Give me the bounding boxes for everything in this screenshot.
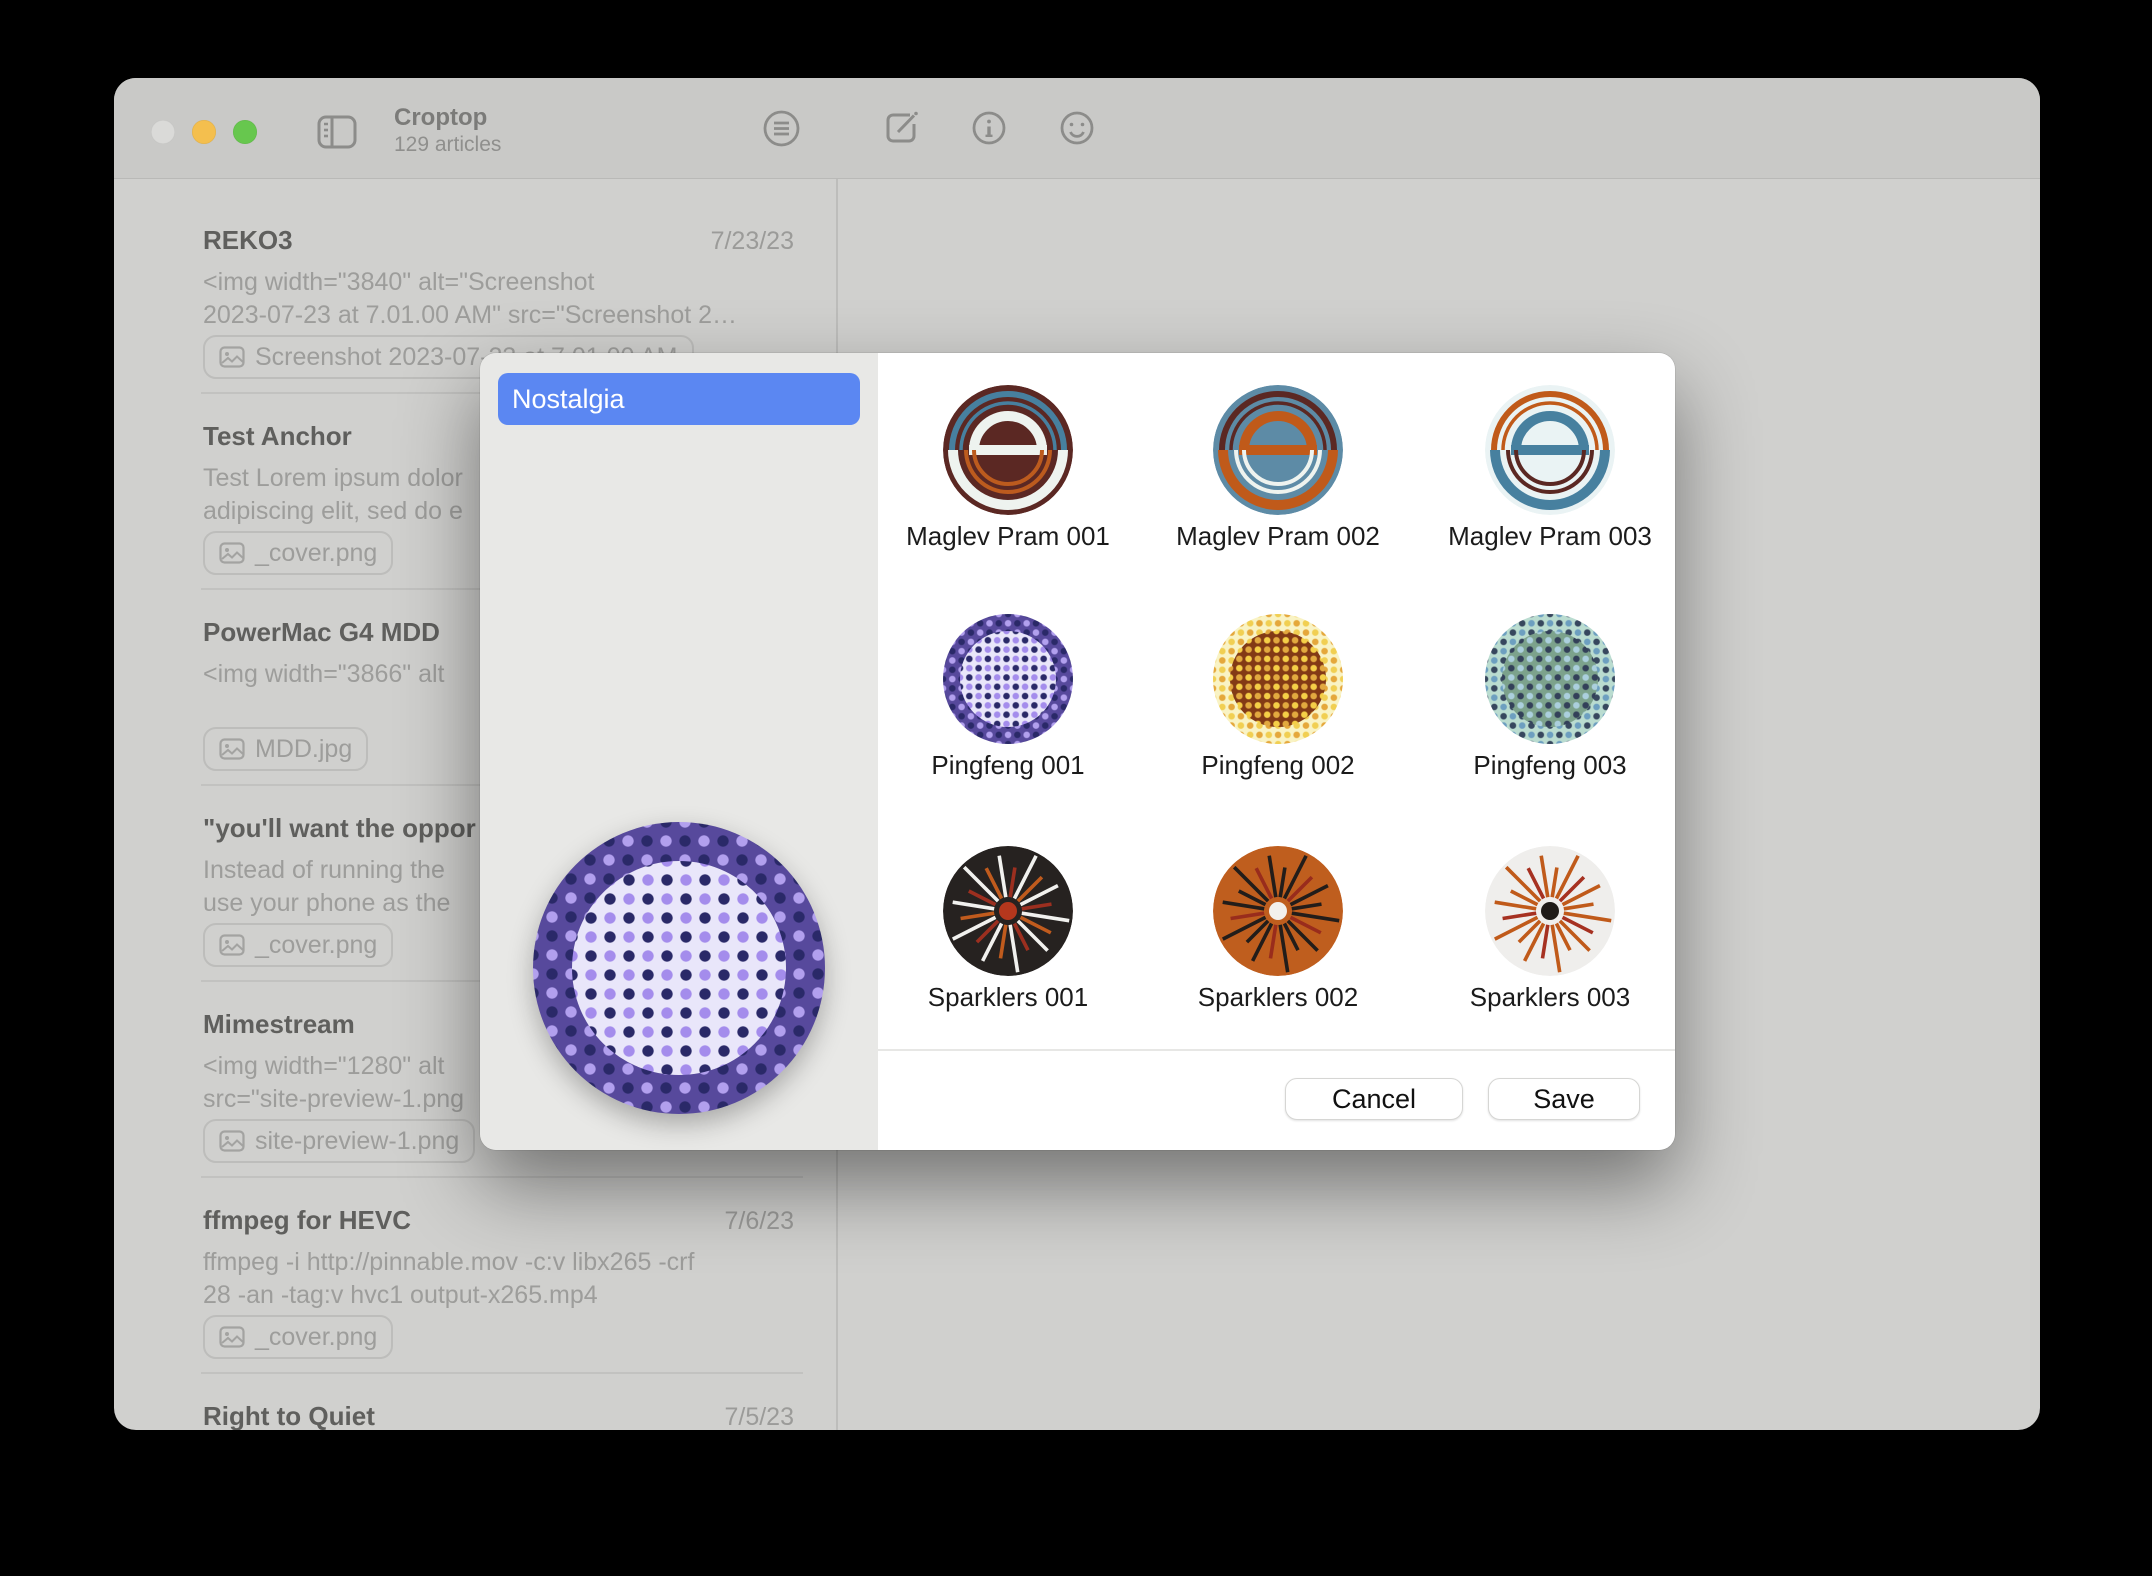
icon-option-label: Maglev Pram 003 bbox=[1430, 521, 1670, 552]
sparklers-icon bbox=[1485, 846, 1615, 976]
info-icon[interactable] bbox=[972, 111, 1006, 150]
icon-option-pingfeng-002[interactable]: Pingfeng 002 bbox=[1158, 614, 1398, 744]
photo-icon bbox=[219, 1326, 245, 1348]
sidebar-toggle-icon[interactable] bbox=[317, 115, 357, 154]
window-title-block: Croptop 129 articles bbox=[394, 104, 501, 158]
maglev-icon bbox=[1485, 385, 1615, 515]
footer-divider bbox=[878, 1049, 1675, 1051]
attachment-chip: MDD.jpg bbox=[203, 727, 368, 771]
icon-option-sparklers-002[interactable]: Sparklers 002 bbox=[1158, 846, 1398, 976]
icon-option-pingfeng-001[interactable]: Pingfeng 001 bbox=[888, 614, 1128, 744]
article-title: ffmpeg for HEVC bbox=[203, 1205, 794, 1236]
article-snippet-line: <img width="3840" alt="Screenshot bbox=[203, 266, 794, 299]
article-item[interactable]: ffmpeg for HEVC7/6/23 ffmpeg -i http://pi… bbox=[203, 1205, 794, 1312]
attachment-chip: _cover.png bbox=[203, 923, 393, 967]
icon-option-label: Pingfeng 003 bbox=[1430, 750, 1670, 781]
attachment-name: _cover.png bbox=[255, 539, 377, 568]
photo-icon bbox=[219, 1130, 245, 1152]
pingfeng-icon bbox=[1213, 614, 1343, 744]
list-circle-icon[interactable] bbox=[763, 110, 800, 152]
article-title: Right to Quiet bbox=[203, 1401, 794, 1430]
attachment-name: MDD.jpg bbox=[255, 735, 352, 764]
icon-option-label: Sparklers 003 bbox=[1430, 982, 1670, 1013]
attachment-name: _cover.png bbox=[255, 1323, 377, 1352]
icon-option-maglev-pram-001[interactable]: Maglev Pram 001 bbox=[888, 385, 1128, 515]
close-button[interactable] bbox=[151, 120, 175, 144]
article-snippet-line: ffmpeg -i http://pinnable.mov -c:v libx2… bbox=[203, 1246, 794, 1279]
app-title: Croptop bbox=[394, 104, 501, 131]
theme-list-item-nostalgia[interactable]: Nostalgia bbox=[498, 373, 860, 425]
screen: { "app": {"name": "Croptop", "subtitle":… bbox=[0, 0, 2152, 1576]
article-snippet-line: 2023-07-23 at 7.01.00 AM" src="Screensho… bbox=[203, 299, 794, 332]
maglev-icon bbox=[1213, 385, 1343, 515]
theme-list-panel: Nostalgia bbox=[480, 353, 878, 1150]
smiley-icon[interactable] bbox=[1060, 111, 1094, 150]
article-snippet-line: 28 -an -tag:v hvc1 output-x265.mp4 bbox=[203, 1279, 794, 1312]
article-date: 7/5/23 bbox=[724, 1403, 794, 1430]
pingfeng-inner-circle bbox=[960, 631, 1056, 727]
icon-option-label: Pingfeng 002 bbox=[1158, 750, 1398, 781]
photo-icon bbox=[219, 934, 245, 956]
photo-icon bbox=[219, 738, 245, 760]
article-item[interactable]: REKO37/23/23 <img width="3840" alt="Scree… bbox=[203, 225, 794, 332]
attachment-name: _cover.png bbox=[255, 931, 377, 960]
icon-option-maglev-pram-003[interactable]: Maglev Pram 003 bbox=[1430, 385, 1670, 515]
icon-option-label: Maglev Pram 002 bbox=[1158, 521, 1398, 552]
theme-preview-icon bbox=[533, 822, 825, 1114]
icon-option-maglev-pram-002[interactable]: Maglev Pram 002 bbox=[1158, 385, 1398, 515]
article-snippet: ffmpeg -i http://pinnable.mov -c:v libx2… bbox=[203, 1246, 794, 1312]
pingfeng-inner-circle bbox=[1502, 631, 1598, 727]
zoom-button[interactable] bbox=[233, 120, 257, 144]
article-snippet: <img width="3840" alt="Screenshot2023-07… bbox=[203, 266, 794, 332]
titlebar: Croptop 129 articles bbox=[114, 78, 2040, 179]
attachment-chip: _cover.png bbox=[203, 1315, 393, 1359]
pingfeng-inner-circle bbox=[1230, 631, 1326, 727]
photo-icon bbox=[219, 542, 245, 564]
icon-option-label: Pingfeng 001 bbox=[888, 750, 1128, 781]
pingfeng-icon bbox=[1485, 614, 1615, 744]
theme-picker-dialog: Nostalgia Maglev Pram 001 Maglev Pram 00… bbox=[480, 353, 1675, 1150]
compose-icon[interactable] bbox=[884, 110, 920, 151]
attachment-name: site-preview-1.png bbox=[255, 1127, 459, 1156]
cancel-button[interactable]: Cancel bbox=[1285, 1078, 1463, 1120]
article-date: 7/23/23 bbox=[711, 227, 794, 256]
photo-icon bbox=[219, 346, 245, 368]
article-item[interactable]: Right to Quiet7/5/23 bbox=[203, 1401, 794, 1430]
pingfeng-inner-circle bbox=[572, 861, 786, 1075]
article-title: REKO3 bbox=[203, 225, 794, 256]
article-divider bbox=[201, 1372, 803, 1374]
article-divider bbox=[201, 1176, 803, 1178]
icon-grid-panel: Maglev Pram 001 Maglev Pram 002 Maglev P… bbox=[878, 353, 1675, 1150]
icon-option-sparklers-001[interactable]: Sparklers 001 bbox=[888, 846, 1128, 976]
article-count: 129 articles bbox=[394, 131, 501, 158]
attachment-chip: site-preview-1.png bbox=[203, 1119, 475, 1163]
maglev-icon bbox=[943, 385, 1073, 515]
pingfeng-icon bbox=[943, 614, 1073, 744]
icon-option-label: Sparklers 002 bbox=[1158, 982, 1398, 1013]
article-date: 7/6/23 bbox=[724, 1207, 794, 1236]
icon-option-label: Sparklers 001 bbox=[888, 982, 1128, 1013]
minimize-button[interactable] bbox=[192, 120, 216, 144]
attachment-chip: _cover.png bbox=[203, 531, 393, 575]
sparklers-icon bbox=[943, 846, 1073, 976]
save-button[interactable]: Save bbox=[1488, 1078, 1640, 1120]
icon-option-sparklers-003[interactable]: Sparklers 003 bbox=[1430, 846, 1670, 976]
icon-option-label: Maglev Pram 001 bbox=[888, 521, 1128, 552]
icon-option-pingfeng-003[interactable]: Pingfeng 003 bbox=[1430, 614, 1670, 744]
sparklers-icon bbox=[1213, 846, 1343, 976]
